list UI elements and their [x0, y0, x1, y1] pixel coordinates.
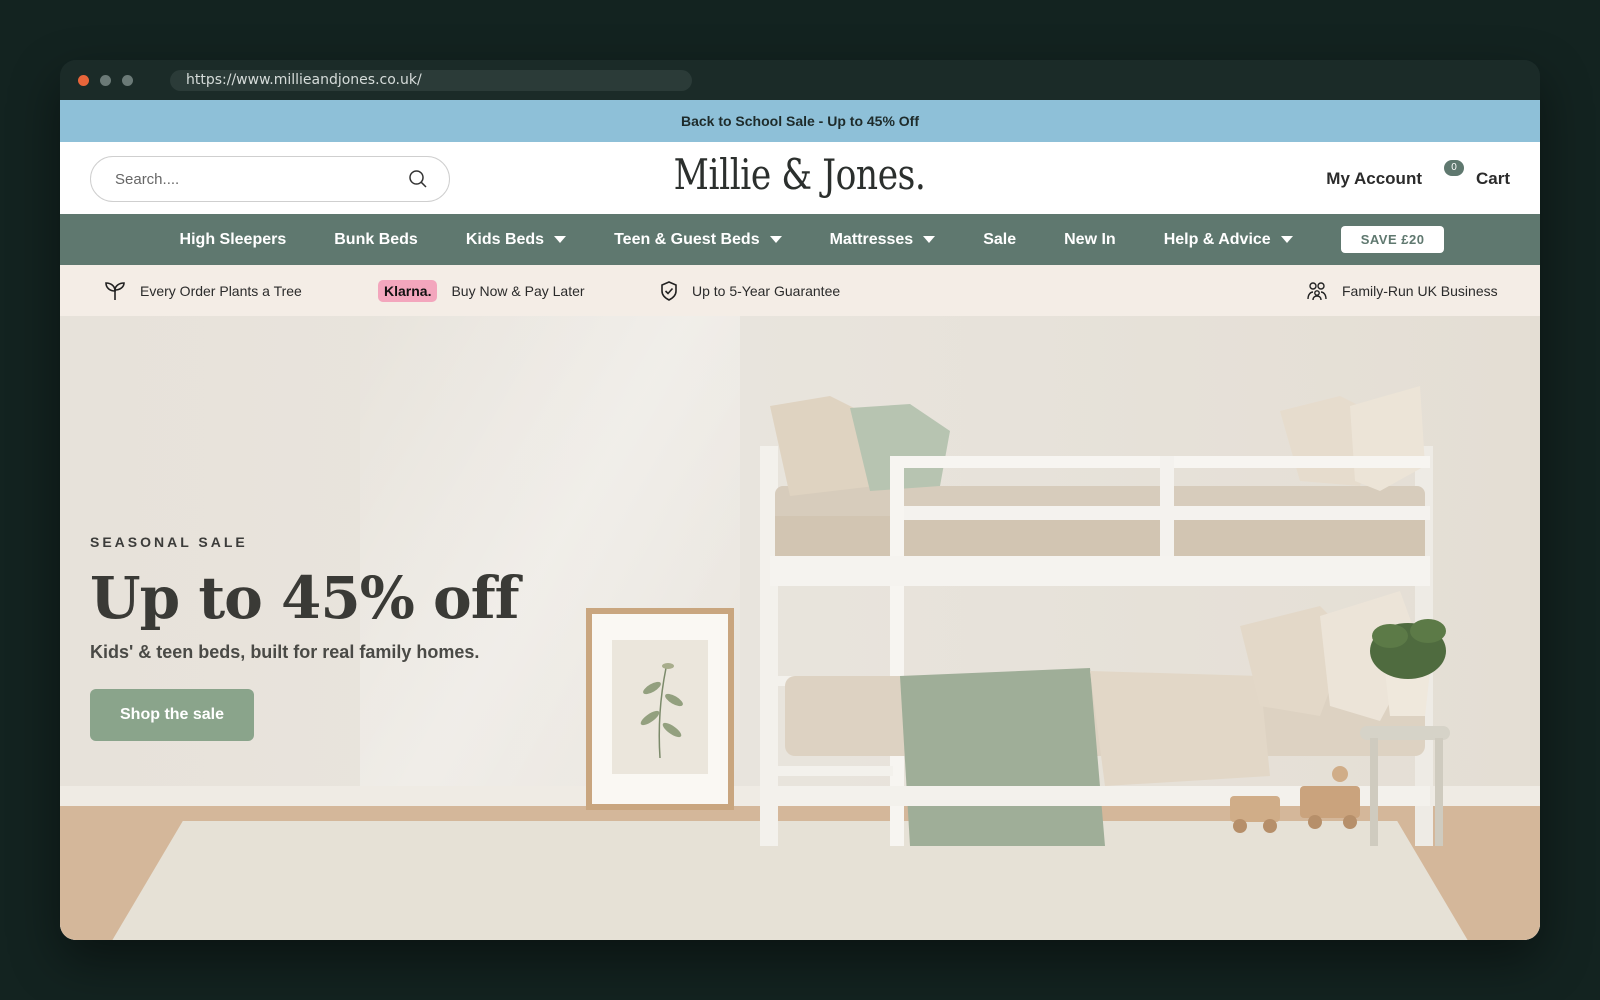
nav-label: High Sleepers	[179, 230, 287, 248]
caret-down-icon	[769, 236, 782, 243]
address-bar[interactable]: https://www.millieandjones.co.uk/	[170, 70, 692, 91]
usp-guarantee: Up to 5-Year Guarantee	[660, 265, 840, 316]
hero-headline: Up to 45% off	[90, 564, 520, 632]
usp-family-text: Family-Run UK Business	[1342, 282, 1498, 299]
maximize-window-dot[interactable]	[122, 75, 133, 86]
nav-high-sleepers[interactable]: High Sleepers	[180, 231, 287, 249]
nav-bunk-beds[interactable]: Bunk Beds	[334, 231, 418, 249]
cart-link[interactable]: Cart	[1476, 169, 1510, 189]
framed-print-image	[586, 608, 734, 810]
site-logo[interactable]: Millie & Jones.	[60, 150, 1540, 199]
promo-bar[interactable]: Back to School Sale - Up to 45% Off	[60, 100, 1540, 142]
logo-text: Millie & Jones.	[674, 150, 926, 199]
nav-label: New In	[1064, 230, 1116, 248]
shield-check-icon	[660, 280, 678, 301]
klarna-logo: Klarna.	[378, 279, 438, 302]
usp-klarna-text: Buy Now & Pay Later	[451, 282, 585, 299]
browser-window: https://www.millieandjones.co.uk/ Back t…	[60, 60, 1540, 940]
usp-family: Family-Run UK Business	[1306, 265, 1498, 316]
hero-text: SEASONAL SALE Up to 45% off Kids' & teen…	[90, 534, 520, 741]
usp-klarna: Klarna. Buy Now & Pay Later	[378, 265, 585, 316]
family-icon	[1306, 281, 1328, 301]
nav-label: Sale	[983, 230, 1017, 248]
cart-count-badge: 0	[1444, 160, 1464, 176]
nav-label: Bunk Beds	[334, 230, 418, 248]
main-nav: High Sleepers Bunk Beds Kids Beds Teen &…	[60, 214, 1540, 265]
usp-guarantee-text: Up to 5-Year Guarantee	[692, 282, 841, 299]
minimize-window-dot[interactable]	[100, 75, 111, 86]
hero-subline: Kids' & teen beds, built for real family…	[90, 642, 480, 662]
shop-the-sale-button[interactable]: Shop the sale	[90, 689, 255, 741]
usp-tree: Every Order Plants a Tree	[104, 265, 302, 316]
hero-eyebrow: SEASONAL SALE	[90, 534, 248, 550]
browser-chrome: https://www.millieandjones.co.uk/	[60, 60, 1540, 100]
usp-tree-text: Every Order Plants a Tree	[140, 282, 302, 299]
caret-down-icon	[923, 236, 936, 243]
nav-help-advice[interactable]: Help & Advice	[1164, 231, 1293, 249]
nav-label: Mattresses	[829, 230, 914, 248]
hero-banner: SEASONAL SALE Up to 45% off Kids' & teen…	[60, 316, 1540, 940]
nav-sale[interactable]: Sale	[983, 231, 1016, 249]
nav-new-in[interactable]: New In	[1064, 231, 1116, 249]
close-window-dot[interactable]	[78, 75, 89, 86]
nav-label: Help & Advice	[1163, 230, 1271, 248]
usp-bar: Every Order Plants a Tree Klarna. Buy No…	[60, 265, 1540, 316]
bunk-bed-image	[760, 386, 1450, 846]
nav-mattresses[interactable]: Mattresses	[830, 231, 936, 249]
sprout-icon	[104, 281, 126, 301]
nav-teen-guest-beds[interactable]: Teen & Guest Beds	[614, 231, 782, 249]
my-account-link[interactable]: My Account	[1326, 169, 1422, 189]
nav-label: Kids Beds	[465, 230, 545, 248]
caret-down-icon	[1280, 236, 1293, 243]
web-page: Back to School Sale - Up to 45% Off Mill…	[60, 100, 1540, 940]
nav-kids-beds[interactable]: Kids Beds	[465, 230, 567, 249]
save-20-button[interactable]: SAVE £20	[1340, 226, 1445, 253]
caret-down-icon	[554, 236, 567, 243]
site-header: Millie & Jones. My Account 0 Cart	[60, 142, 1540, 214]
nav-label: Teen & Guest Beds	[614, 230, 760, 248]
